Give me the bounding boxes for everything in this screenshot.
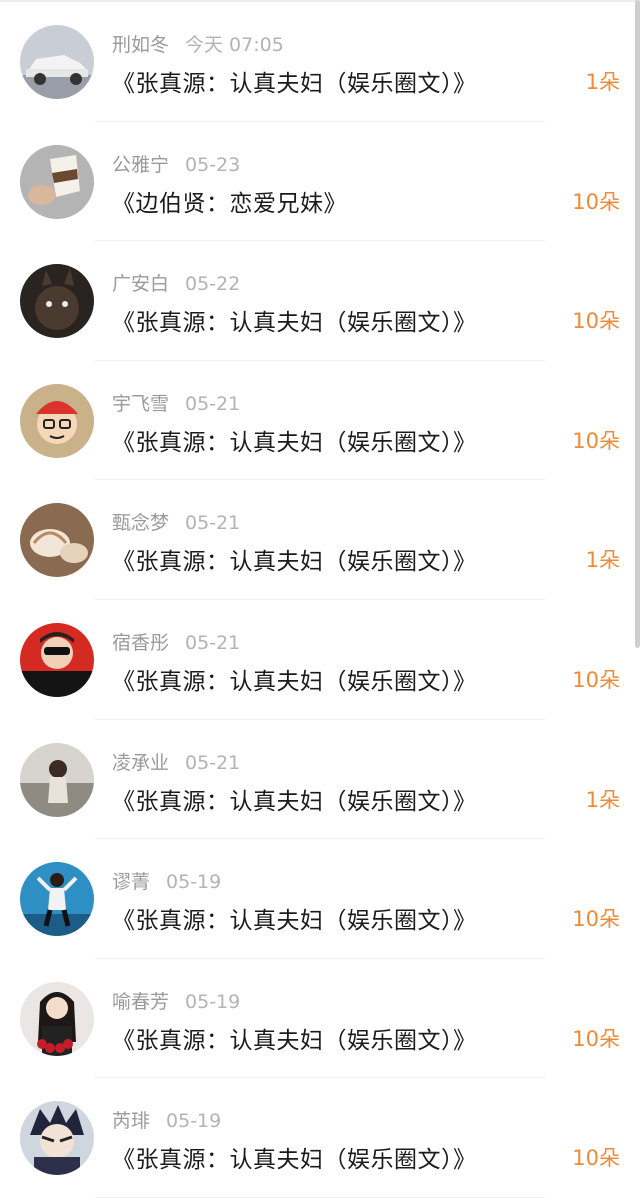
flower-count: 10朵	[572, 907, 620, 932]
book-title[interactable]: 《张真源：认真夫妇（娱乐圈文）》	[112, 1140, 477, 1174]
book-title[interactable]: 《张真源：认真夫妇（娱乐圈文）》	[112, 303, 477, 337]
book-title[interactable]: 《边伯贤：恋爱兄妹》	[112, 184, 347, 218]
timestamp: 05-19	[166, 1110, 222, 1133]
user-name[interactable]: 凌承业	[112, 752, 169, 774]
list-item[interactable]: 芮琲 05-19 《张真源：认真夫妇（娱乐圈文）》 10朵	[0, 1078, 640, 1198]
user-name[interactable]: 宇飞雪	[112, 393, 169, 415]
flower-count: 10朵	[572, 667, 620, 692]
book-title[interactable]: 《张真源：认真夫妇（娱乐圈文）》	[112, 782, 477, 816]
dark-creature-avatar[interactable]	[20, 264, 94, 339]
user-meta: 凌承业 05-21	[112, 748, 240, 775]
timestamp: 05-21	[185, 512, 241, 535]
user-meta: 宇飞雪 05-21	[112, 389, 240, 416]
book-title[interactable]: 《张真源：认真夫妇（娱乐圈文）》	[112, 64, 477, 98]
book-title[interactable]: 《张真源：认真夫妇（娱乐圈文）》	[112, 662, 477, 696]
user-meta: 公雅宁 05-23	[112, 150, 240, 177]
list-item[interactable]: 刑如冬 今天 07:05 《张真源：认真夫妇（娱乐圈文）》 1朵	[0, 2, 640, 122]
book-title[interactable]: 《张真源：认真夫妇（娱乐圈文）》	[112, 542, 477, 576]
flower-count: 1朵	[585, 548, 620, 573]
user-meta: 宿香彤 05-21	[112, 628, 240, 655]
user-name[interactable]: 喻春芳	[112, 991, 169, 1013]
user-meta: 喻春芳 05-19	[112, 987, 240, 1014]
coffee-cup-avatar[interactable]	[20, 144, 94, 219]
flower-count: 10朵	[572, 1146, 620, 1171]
user-name[interactable]: 公雅宁	[112, 154, 169, 176]
list-item[interactable]: 甄念梦 05-21 《张真源：认真夫妇（娱乐圈文）》 1朵	[0, 480, 640, 600]
user-name[interactable]: 甄念梦	[112, 512, 169, 534]
seashell-avatar[interactable]	[20, 503, 94, 578]
user-name[interactable]: 芮琲	[112, 1110, 150, 1132]
timestamp: 05-22	[185, 273, 241, 296]
gift-record-list: 刑如冬 今天 07:05 《张真源：认真夫妇（娱乐圈文）》 1朵 公雅宁 05-23…	[0, 2, 640, 1198]
woman-roses-avatar[interactable]	[20, 981, 94, 1056]
user-meta: 甄念梦 05-21	[112, 508, 240, 535]
flower-count: 1朵	[585, 787, 620, 812]
timestamp: 今天 07:05	[185, 34, 284, 56]
user-name[interactable]: 广安白	[112, 273, 169, 295]
book-title[interactable]: 《张真源：认真夫妇（娱乐圈文）》	[112, 901, 477, 935]
timestamp: 05-23	[185, 153, 241, 176]
flower-count: 1朵	[585, 70, 620, 94]
user-name[interactable]: 宿香彤	[112, 632, 169, 654]
list-item[interactable]: 凌承业 05-21 《张真源：认真夫妇（娱乐圈文）》 1朵	[0, 720, 640, 840]
timestamp: 05-19	[185, 990, 241, 1013]
timestamp: 05-19	[166, 871, 222, 894]
list-item[interactable]: 广安白 05-22 《张真源：认真夫妇（娱乐圈文）》 10朵	[0, 241, 640, 361]
scrollbar[interactable]	[635, 0, 640, 648]
user-meta: 谬菁 05-19	[112, 867, 221, 894]
user-meta: 刑如冬 今天 07:05	[112, 30, 284, 57]
cartoon-boy-avatar[interactable]	[20, 383, 94, 458]
list-item[interactable]: 公雅宁 05-23 《边伯贤：恋爱兄妹》 10朵	[0, 122, 640, 242]
user-name[interactable]: 谬菁	[112, 871, 150, 893]
wall-person-avatar[interactable]	[20, 862, 94, 937]
flower-count: 10朵	[572, 309, 620, 334]
timestamp: 05-21	[185, 392, 241, 415]
user-name[interactable]: 刑如冬	[112, 34, 169, 56]
flower-count: 10朵	[572, 189, 620, 214]
list-item[interactable]: 谬菁 05-19 《张真源：认真夫妇（娱乐圈文）》 10朵	[0, 839, 640, 959]
timestamp: 05-21	[185, 631, 241, 654]
anime-character-avatar[interactable]	[20, 1101, 94, 1176]
list-item[interactable]: 喻春芳 05-19 《张真源：认真夫妇（娱乐圈文）》 10朵	[0, 959, 640, 1079]
list-item[interactable]: 宇飞雪 05-21 《张真源：认真夫妇（娱乐圈文）》 10朵	[0, 361, 640, 481]
sunglasses-person-avatar[interactable]	[20, 622, 94, 697]
user-meta: 芮琲 05-19	[112, 1106, 221, 1133]
book-title[interactable]: 《张真源：认真夫妇（娱乐圈文）》	[112, 423, 477, 457]
flower-count: 10朵	[572, 1026, 620, 1051]
beach-girl-avatar[interactable]	[20, 742, 94, 817]
book-title[interactable]: 《张真源：认真夫妇（娱乐圈文）》	[112, 1021, 477, 1055]
flower-count: 10朵	[572, 428, 620, 453]
user-meta: 广安白 05-22	[112, 269, 240, 296]
list-item[interactable]: 宿香彤 05-21 《张真源：认真夫妇（娱乐圈文）》 10朵	[0, 600, 640, 720]
vintage-car-avatar[interactable]	[20, 25, 94, 99]
timestamp: 05-21	[185, 751, 241, 774]
